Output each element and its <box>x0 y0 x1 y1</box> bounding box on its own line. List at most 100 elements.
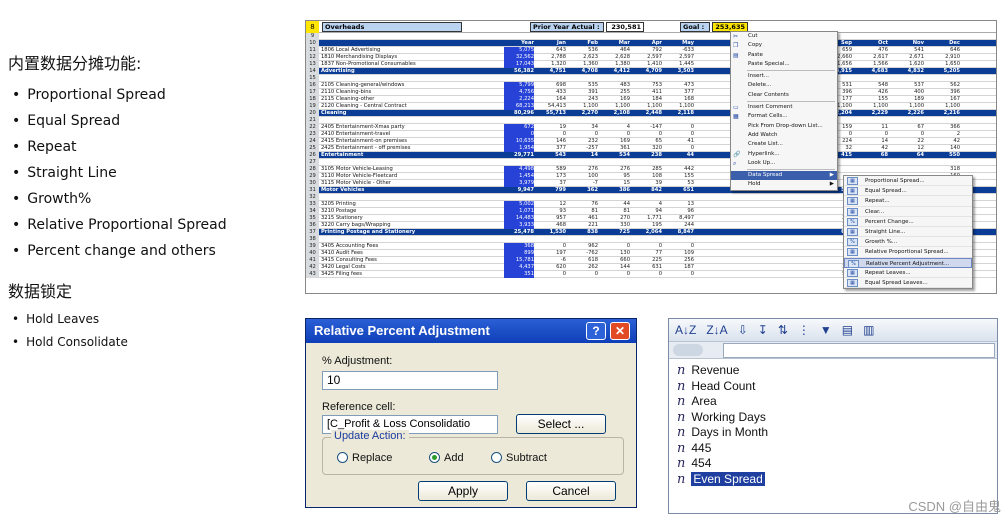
cell-value[interactable]: 262 <box>568 264 598 271</box>
cell-value[interactable]: 962 <box>568 243 598 250</box>
table-row[interactable]: 18 2115 Cleaning-other 2,224 164 243 169 184 16… <box>306 96 996 103</box>
cell-value[interactable]: 77 <box>632 250 662 257</box>
cell-value[interactable]: 276 <box>600 166 630 173</box>
cell-value[interactable]: 3,979 <box>504 180 534 187</box>
table-row[interactable]: 19 2120 Cleaning - Central Contract 68,213… <box>306 103 996 110</box>
context-menu-item[interactable]: Pick From Drop-down List... <box>731 122 837 131</box>
cell-value[interactable]: 386 <box>600 187 630 194</box>
close-button[interactable]: ✕ <box>610 322 630 340</box>
cell-value[interactable]: 368 <box>504 243 534 250</box>
cell-value[interactable]: 0 <box>664 145 694 152</box>
cell-value[interactable]: 0 <box>568 271 598 278</box>
cell-value[interactable]: 0 <box>632 271 662 278</box>
cell-value[interactable]: 256 <box>664 257 694 264</box>
submenu-item[interactable]: ▦ Straight Line... <box>844 227 972 238</box>
cell-value[interactable]: 361 <box>600 145 630 152</box>
context-menu-item[interactable]: ❐ Copy <box>731 41 837 50</box>
cell-value[interactable]: 1,360 <box>568 61 598 68</box>
cell-value[interactable]: 838 <box>568 229 598 236</box>
toolbar-separator[interactable]: ⋮ <box>798 323 810 337</box>
cell-value[interactable]: 396 <box>930 89 960 96</box>
cell-value[interactable]: 548 <box>858 82 888 89</box>
cell-value[interactable]: 433 <box>536 89 566 96</box>
cell-value[interactable]: 725 <box>600 229 630 236</box>
tree-item[interactable]: n Head Count <box>677 379 768 395</box>
cell-value[interactable]: 155 <box>858 96 888 103</box>
cell-value[interactable]: Mar <box>600 40 630 47</box>
table-row[interactable]: 10 Year Jan Feb Mar Apr May Sep Oct Nov Dec <box>306 40 996 47</box>
radio-add[interactable]: Add <box>429 452 464 464</box>
cell-value[interactable]: 100 <box>568 173 598 180</box>
cell-value[interactable]: 5,002 <box>504 201 534 208</box>
cell-value[interactable]: 4,498 <box>504 166 534 173</box>
table-row[interactable]: 15 <box>306 75 996 82</box>
cell-value[interactable]: 799 <box>536 187 566 194</box>
cell-value[interactable]: 377 <box>536 145 566 152</box>
cell-value[interactable]: 534 <box>600 152 630 159</box>
context-menu-item[interactable]: Data Spread ▶ <box>731 171 837 181</box>
cell-value[interactable]: 899 <box>504 250 534 257</box>
cell-value[interactable]: 2,226 <box>894 110 924 117</box>
cell-value[interactable]: 44 <box>600 201 630 208</box>
cell-value[interactable]: 255 <box>600 89 630 96</box>
cell-value[interactable]: 80,296 <box>504 110 534 117</box>
table-row[interactable]: 11 1806 Local Advertising 5,075 643 536 464 79… <box>306 47 996 54</box>
cell-value[interactable]: 589 <box>536 166 566 173</box>
cell-value[interactable]: 0 <box>632 131 662 138</box>
cell-value[interactable]: 225 <box>632 257 662 264</box>
cell-value[interactable]: 0 <box>632 243 662 250</box>
cell-value[interactable]: 285 <box>632 166 662 173</box>
cell-value[interactable]: 81 <box>568 208 598 215</box>
cell-value[interactable]: 169 <box>600 138 630 145</box>
cell-value[interactable]: 232 <box>568 138 598 145</box>
cell-value[interactable]: 68,213 <box>504 103 534 110</box>
context-menu-item[interactable]: ▤ Paste <box>731 51 837 60</box>
context-menu[interactable]: ✂ Cut ❐ Copy ▤ Paste Paste Special... Insert...… <box>730 31 838 191</box>
cell-value[interactable]: 1,100 <box>664 103 694 110</box>
cell-value[interactable]: 543 <box>536 152 566 159</box>
cell-value[interactable]: 0 <box>664 124 694 131</box>
cell-value[interactable]: 93 <box>536 208 566 215</box>
cell-value[interactable]: 2,448 <box>632 110 662 117</box>
cell-value[interactable]: 1,954 <box>504 145 534 152</box>
cell-value[interactable]: 2,108 <box>600 110 630 117</box>
cell-value[interactable]: 411 <box>632 89 662 96</box>
context-menu-item[interactable]: Create List... <box>731 140 837 149</box>
submenu-item[interactable]: ▦ Equal Spread Leaves... <box>844 278 972 289</box>
cell-value[interactable]: 94 <box>632 208 662 215</box>
cell-value[interactable]: 270 <box>600 215 630 222</box>
cell-value[interactable]: 109 <box>664 250 694 257</box>
cell-value[interactable]: Apr <box>632 40 662 47</box>
cell-value[interactable]: 2,270 <box>568 110 598 117</box>
sort-icon[interactable]: ⇅ <box>778 323 788 337</box>
sort-az-icon[interactable]: A↓Z <box>675 323 696 337</box>
cell-value[interactable]: Dec <box>930 40 960 47</box>
cell-value[interactable]: 67 <box>894 124 924 131</box>
cell-value[interactable]: 2,597 <box>664 54 694 61</box>
cell-value[interactable]: 468 <box>536 222 566 229</box>
cell-value[interactable]: 56,382 <box>504 68 534 75</box>
cell-value[interactable]: -762 <box>568 250 598 257</box>
table-row[interactable]: 20 Cleaning 80,296 55,713 2,270 2,108 2,448 2,1… <box>306 110 996 117</box>
cell-value[interactable]: 96 <box>664 208 694 215</box>
cell-value[interactable]: 1,100 <box>568 103 598 110</box>
context-menu-item[interactable]: Add Watch <box>731 131 837 140</box>
cell-value[interactable]: 0 <box>664 243 694 250</box>
cell-value[interactable]: 536 <box>568 47 598 54</box>
context-menu-item[interactable]: ✂ Cut <box>731 32 837 41</box>
table-row[interactable]: 28 3105 Motor Vehicle-Leasing 4,498 589 276 2… <box>306 166 996 173</box>
submenu-item[interactable]: ▦ Clear... <box>844 207 972 217</box>
cell-value[interactable]: 0 <box>600 271 630 278</box>
cell-value[interactable]: Year <box>504 40 534 47</box>
cell-value[interactable]: 55,713 <box>536 110 566 117</box>
table-icon[interactable]: ▥ <box>863 323 874 337</box>
cell-value[interactable]: 320 <box>632 145 662 152</box>
cell-value[interactable]: 442 <box>664 166 694 173</box>
cell-value[interactable]: 620 <box>536 264 566 271</box>
cell-value[interactable]: 377 <box>664 89 694 96</box>
filter-icon[interactable]: ↧ <box>758 323 768 337</box>
prior-year-value[interactable]: 230,581 <box>606 22 644 32</box>
cell-value[interactable]: 146 <box>536 138 566 145</box>
cell-value[interactable]: 1,100 <box>858 103 888 110</box>
context-menu-item[interactable]: ⌕ Look Up... <box>731 159 837 168</box>
